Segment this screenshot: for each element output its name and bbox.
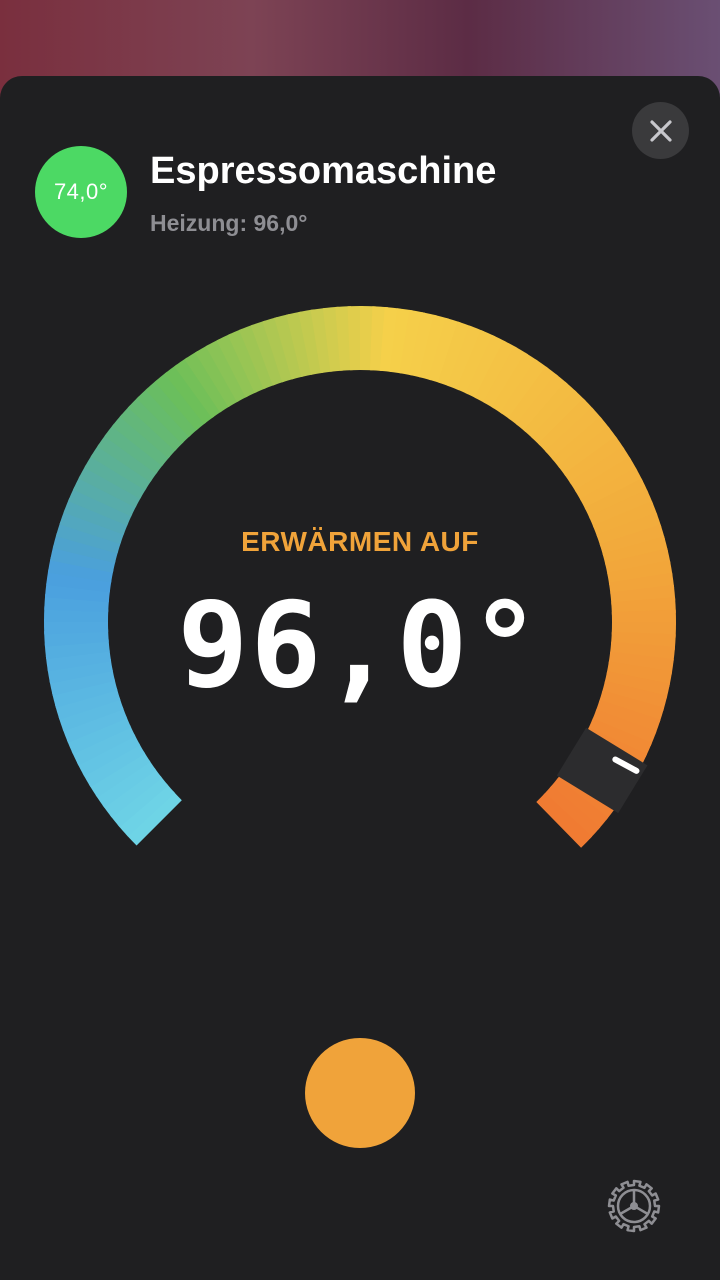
target-temperature-value: 96,0°: [177, 576, 543, 714]
accessory-detail-sheet: 74,0° Espressomaschine Heizung: 96,0° ER…: [0, 76, 720, 1280]
settings-button[interactable]: [604, 1176, 664, 1236]
mode-label: ERWÄRMEN AUF: [241, 526, 479, 557]
gear-icon: [607, 1179, 661, 1233]
arc-segment: [536, 792, 593, 848]
power-button[interactable]: [305, 1038, 415, 1148]
